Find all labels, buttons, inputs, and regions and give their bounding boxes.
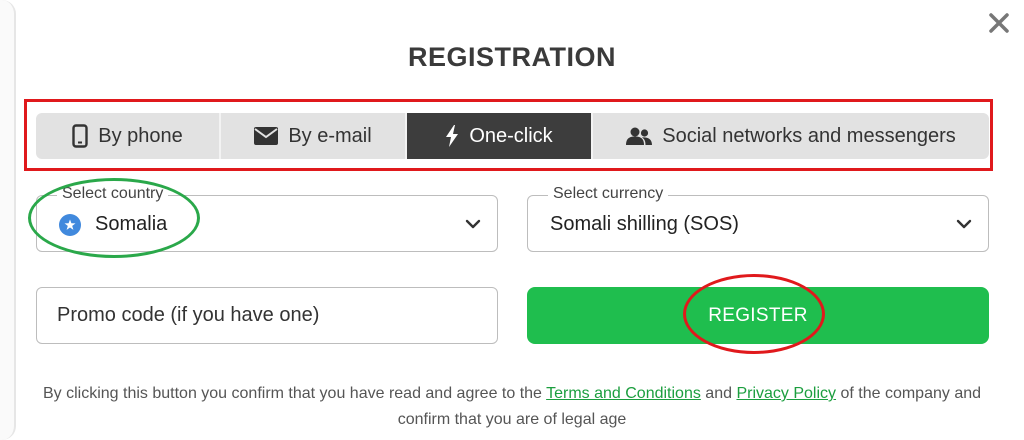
close-icon bbox=[989, 13, 1009, 33]
country-select[interactable]: Select country Somalia bbox=[36, 185, 498, 252]
disclaimer-text: By clicking this button you confirm that… bbox=[42, 385, 547, 402]
register-button[interactable]: REGISTER bbox=[527, 287, 989, 344]
country-name: Somalia bbox=[95, 213, 168, 235]
chevron-down-icon bbox=[956, 219, 972, 229]
currency-select-value: Somali shilling (SOS) bbox=[550, 213, 739, 235]
terms-disclaimer: By clicking this button you confirm that… bbox=[40, 381, 984, 433]
annotation-rectangle bbox=[24, 99, 993, 171]
terms-link[interactable]: Terms and Conditions bbox=[546, 385, 701, 402]
somalia-flag-icon bbox=[59, 213, 81, 236]
disclaimer-text: and bbox=[700, 385, 737, 402]
currency-select-label: Select currency bbox=[548, 185, 669, 203]
page-title: REGISTRATION bbox=[408, 42, 616, 72]
chevron-down-icon bbox=[465, 219, 481, 229]
currency-select[interactable]: Select currency Somali shilling (SOS) bbox=[527, 185, 989, 252]
country-select-value: Somalia bbox=[59, 213, 167, 236]
country-select-label: Select country bbox=[57, 185, 169, 203]
privacy-policy-link[interactable]: Privacy Policy bbox=[736, 385, 836, 402]
close-button[interactable] bbox=[984, 8, 1014, 38]
promo-code-input[interactable] bbox=[36, 287, 498, 344]
